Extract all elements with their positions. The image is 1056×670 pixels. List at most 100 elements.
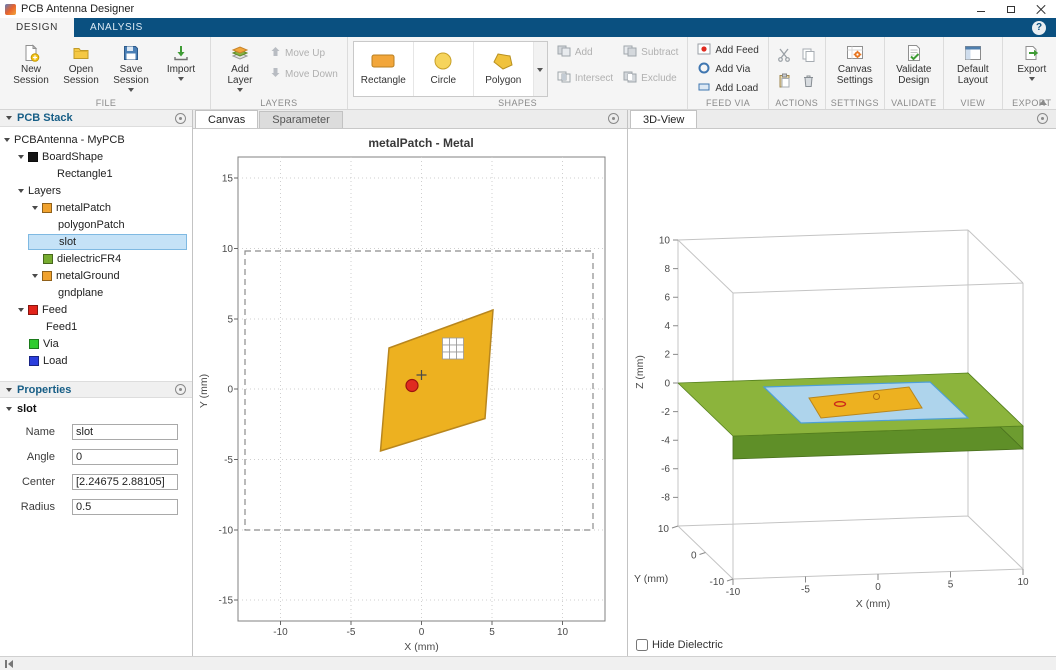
tree-item-label: polygonPatch: [58, 218, 125, 231]
tree-item-boardshape[interactable]: BoardShape: [0, 148, 192, 165]
x-tick-label: 5: [948, 580, 954, 591]
boolean-intersect-button[interactable]: Intersect: [553, 69, 617, 87]
add-via-label: Add Via: [715, 63, 751, 75]
add-via-button[interactable]: Add Via: [693, 60, 762, 78]
import-icon: [172, 43, 190, 63]
add-load-button[interactable]: Add Load: [693, 79, 762, 97]
tab-canvas[interactable]: Canvas: [195, 110, 259, 128]
chevron-down-icon[interactable]: [32, 205, 38, 210]
export-button[interactable]: Export: [1008, 40, 1056, 84]
default-layout-button[interactable]: Default Layout: [949, 40, 997, 89]
center-field[interactable]: [72, 474, 178, 490]
help-icon[interactable]: ?: [1032, 20, 1046, 35]
tree-item-feed[interactable]: Feed: [0, 301, 192, 318]
pcb-stack-header[interactable]: PCB Stack: [0, 110, 192, 127]
z-axis-label-3d: Z (mm): [634, 355, 646, 389]
shapes-gallery-dropdown[interactable]: [533, 42, 547, 96]
canvas-settings-icon: [846, 43, 864, 63]
y-tick-label: -5: [224, 455, 233, 466]
tab-3d-view[interactable]: 3D-View: [630, 110, 698, 128]
panel-options-icon[interactable]: [608, 113, 619, 124]
validate-design-icon: [905, 43, 923, 63]
maximize-button[interactable]: [996, 0, 1026, 18]
boolean-exclude-button[interactable]: Exclude: [619, 69, 682, 87]
panel-options-icon[interactable]: [175, 384, 186, 395]
collapse-left-panel-icon[interactable]: [5, 659, 13, 668]
tree-item-load[interactable]: Load: [0, 352, 192, 369]
paste-icon: [777, 73, 792, 91]
tree-item-label: gndplane: [58, 286, 104, 299]
dropdown-caret-icon: [237, 88, 243, 92]
center-field-label: Center: [21, 476, 55, 488]
minimize-button[interactable]: [966, 0, 996, 18]
chevron-down-icon[interactable]: [4, 137, 10, 142]
circle-shape-button[interactable]: Circle: [414, 42, 474, 96]
canvas-2d-plot[interactable]: metalPatch - Metal -10 -5 0 5 10 15 10 5…: [193, 129, 627, 656]
move-down-button[interactable]: Move Down: [266, 65, 342, 83]
group-label-actions: ACTIONS: [775, 98, 819, 108]
move-up-icon: [270, 46, 281, 60]
polygon-shape-button[interactable]: Polygon: [474, 42, 534, 96]
canvas-settings-button[interactable]: Canvas Settings: [831, 40, 879, 89]
trash-icon: [801, 73, 816, 91]
chevron-down-icon[interactable]: [18, 307, 24, 312]
hide-dielectric-checkbox[interactable]: [636, 639, 648, 651]
feed-marker[interactable]: [405, 378, 419, 393]
cut-button[interactable]: [774, 44, 796, 68]
chevron-down-icon[interactable]: [32, 273, 38, 278]
radius-field[interactable]: [72, 499, 178, 515]
polygon-label: Polygon: [485, 75, 522, 86]
tree-item-gndplane[interactable]: gndplane: [0, 284, 192, 301]
collapse-ribbon-icon[interactable]: [1039, 100, 1047, 105]
boolean-add-button[interactable]: Add: [553, 43, 617, 61]
add-feed-button[interactable]: Add Feed: [693, 41, 762, 59]
toolstrip-tab-bar: DESIGN ANALYSIS ?: [0, 18, 1056, 37]
x-tick-label: -5: [347, 627, 356, 638]
chevron-down-icon: [537, 67, 544, 72]
rectangle-shape-button[interactable]: Rectangle: [354, 42, 414, 96]
name-field[interactable]: [72, 424, 178, 440]
tab-analysis[interactable]: ANALYSIS: [74, 18, 159, 37]
chevron-down-icon[interactable]: [18, 154, 24, 159]
save-session-button[interactable]: Save Session: [107, 40, 155, 95]
tree-item-polygonpatch[interactable]: polygonPatch: [0, 216, 192, 233]
properties-title: Properties: [17, 383, 72, 396]
import-button[interactable]: Import: [157, 40, 205, 84]
open-session-button[interactable]: Open Session: [57, 40, 105, 89]
chevron-down-icon[interactable]: [18, 188, 24, 193]
tree-item-metalpatch[interactable]: metalPatch: [0, 199, 192, 216]
t tree-item-metalground[interactable]: metalGround: [0, 267, 192, 284]
tab-design[interactable]: DESIGN: [0, 18, 74, 37]
properties-header[interactable]: Properties: [0, 381, 192, 398]
title-bar: PCB Antenna Designer: [0, 0, 1056, 18]
view3d-plot[interactable]: 10 8 6 4 2 0 -2 -4 -6 -8 10 0 -10 -10 -5…: [628, 129, 1055, 656]
maximize-icon: [1007, 5, 1015, 13]
slot-selection-handles[interactable]: [442, 337, 464, 360]
ribbon-group-actions: ACTIONS: [769, 37, 826, 109]
tree-item-feed1[interactable]: Feed1: [0, 318, 192, 335]
validate-design-button[interactable]: Validate Design: [890, 40, 938, 89]
tree-item-layers[interactable]: Layers: [0, 182, 192, 199]
add-layer-button[interactable]: Add Layer: [216, 40, 264, 95]
delete-button[interactable]: [798, 70, 820, 94]
tree-item-label: metalPatch: [56, 201, 112, 214]
boolean-subtract-button[interactable]: Subtract: [619, 43, 682, 61]
panel-options-icon[interactable]: [175, 112, 186, 124]
tree-item-dielectricfr4[interactable]: dielectricFR4: [0, 250, 192, 267]
copy-button[interactable]: [798, 44, 820, 68]
panel-options-icon[interactable]: [1037, 113, 1048, 124]
radius-field-label: Radius: [20, 501, 55, 513]
close-button[interactable]: [1026, 0, 1056, 18]
move-up-button[interactable]: Move Up: [266, 44, 342, 62]
tree-item-rectangle1[interactable]: Rectangle1: [0, 165, 192, 182]
new-session-button[interactable]: New Session: [7, 40, 55, 89]
tree-item-pcbantenna[interactable]: PCBAntenna - MyPCB: [0, 131, 192, 148]
chevron-down-icon: [6, 116, 12, 120]
tree-item-slot[interactable]: slot: [0, 233, 192, 250]
angle-field[interactable]: [72, 449, 178, 465]
tab-sparameter[interactable]: Sparameter: [259, 111, 343, 128]
tree-item-label: Via: [43, 337, 59, 350]
tree-item-via[interactable]: Via: [0, 335, 192, 352]
new-session-icon: [22, 43, 40, 63]
paste-button[interactable]: [774, 70, 796, 94]
